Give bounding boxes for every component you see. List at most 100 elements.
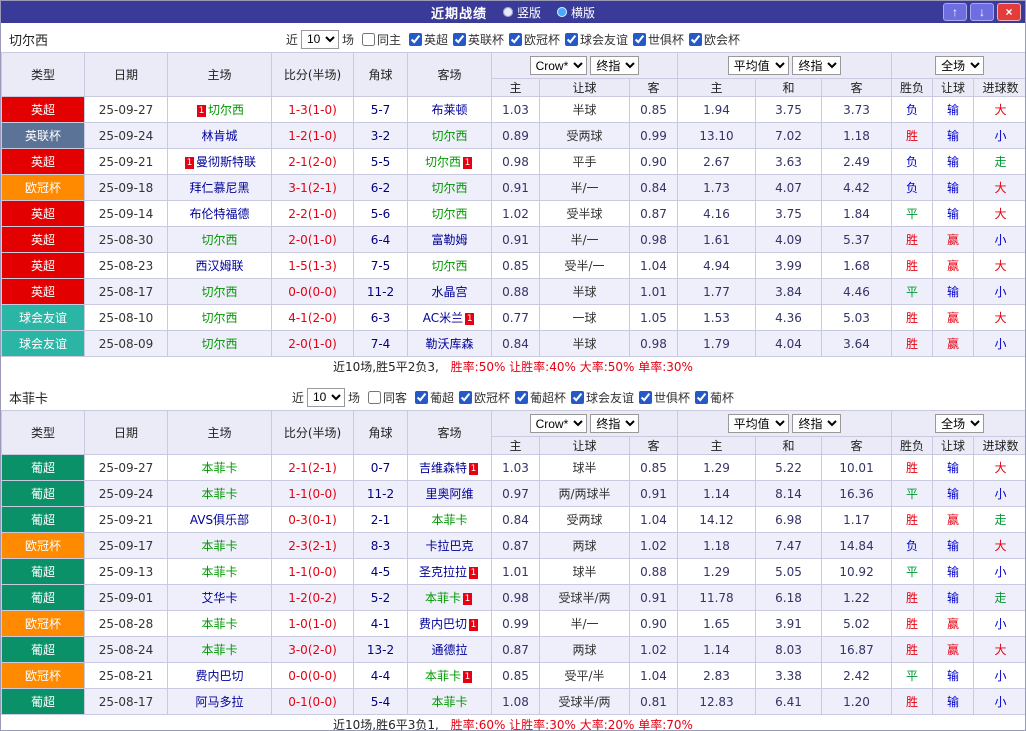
home-team-name[interactable]: 拜仁慕尼黑: [189, 181, 249, 195]
league-filter-checkbox[interactable]: 世俱杯: [634, 389, 690, 406]
league-filter-checkbox-input[interactable]: [565, 32, 579, 46]
league-filter-checkbox[interactable]: 葡超杯: [510, 389, 566, 406]
league-filter-checkbox[interactable]: 球会友谊: [566, 389, 634, 406]
home-team-name[interactable]: 切尔西: [201, 337, 237, 351]
league-filter-checkbox-input[interactable]: [515, 390, 528, 404]
result-handicap: 输: [932, 480, 975, 507]
league-filter-checkbox-input[interactable]: [695, 390, 709, 404]
home-team-name[interactable]: 曼彻斯特联: [196, 155, 256, 169]
away-team-name[interactable]: 卡拉巴克: [425, 539, 473, 553]
league-filter-checkbox[interactable]: 英超: [404, 31, 448, 48]
avg-away-odds: 5.02: [821, 610, 893, 637]
odds-company-select[interactable]: Crow*: [529, 56, 587, 75]
home-team-name[interactable]: AVS俱乐部: [190, 513, 249, 527]
away-team-name[interactable]: 切尔西: [425, 155, 461, 169]
league-filter-checkbox-input[interactable]: [408, 32, 422, 46]
odds-time-select[interactable]: 终指: [590, 56, 640, 75]
league-filter-checkbox[interactable]: 英联杯: [448, 31, 504, 48]
away-team-name[interactable]: 费内巴切: [419, 617, 467, 631]
filter-bar: 近 10 场 同客 葡超 欧冠杯 葡超杯 球会友谊 世俱杯 葡杯: [292, 387, 734, 407]
league-filter-checkbox[interactable]: 欧冠杯: [454, 389, 510, 406]
away-team-name[interactable]: 布莱顿: [431, 103, 467, 117]
away-team-name[interactable]: 切尔西: [431, 259, 467, 273]
league-filter-checkbox[interactable]: 欧会杯: [684, 31, 740, 48]
close-button[interactable]: ×: [997, 3, 1021, 21]
home-team-name[interactable]: 布伦特福德: [189, 207, 249, 221]
away-team-name[interactable]: 本菲卡: [425, 591, 461, 605]
home-team-name[interactable]: 西汉姆联: [195, 259, 243, 273]
away-team-name[interactable]: 切尔西: [431, 207, 467, 221]
league-filter-checkbox-input[interactable]: [633, 32, 647, 46]
away-team-name[interactable]: 吉维森特: [419, 461, 467, 475]
subcol-handicap-away: 客: [628, 78, 679, 97]
handicap-home-odds: 1.03: [491, 96, 540, 123]
home-team-name[interactable]: 林肯城: [201, 129, 237, 143]
away-team-name[interactable]: 富勒姆: [431, 233, 467, 247]
handicap-away-odds: 0.81: [628, 688, 679, 715]
home-team-name[interactable]: 费内巴切: [195, 669, 243, 683]
euro-company-select[interactable]: 平均值: [727, 56, 789, 75]
scope-select[interactable]: 全场: [935, 56, 985, 75]
recent-count-select[interactable]: 10: [306, 387, 345, 407]
away-team-name[interactable]: 水晶宫: [431, 285, 467, 299]
away-team-name[interactable]: 本菲卡: [431, 513, 467, 527]
handicap-home-odds: 0.84: [491, 330, 540, 357]
league-filter-checkbox[interactable]: 世俱杯: [628, 31, 684, 48]
away-team-name[interactable]: 勒沃库森: [425, 337, 473, 351]
away-team-name[interactable]: 圣克拉拉: [419, 565, 467, 579]
same-venue-checkbox[interactable]: 同主: [357, 31, 401, 48]
home-team-name[interactable]: 切尔西: [201, 285, 237, 299]
euro-time-select[interactable]: 终指: [792, 414, 842, 433]
home-team-name[interactable]: 切尔西: [201, 311, 237, 325]
home-team-name[interactable]: 本菲卡: [201, 643, 237, 657]
euro-time-select[interactable]: 终指: [792, 56, 842, 75]
match-score: 0-3(0-1): [271, 506, 354, 533]
layout-horizontal-radio[interactable]: 横版: [557, 4, 595, 21]
away-team-cell: 费内巴切 1: [407, 610, 492, 637]
league-filter-checkbox-input[interactable]: [689, 32, 703, 46]
avg-home-odds: 4.94: [677, 252, 757, 279]
league-filter-checkbox[interactable]: 欧冠杯: [504, 31, 560, 48]
away-team-name[interactable]: 本菲卡: [425, 669, 461, 683]
league-filter-checkbox-input[interactable]: [458, 390, 472, 404]
home-team-name[interactable]: 阿马多拉: [195, 695, 243, 709]
away-team-name[interactable]: 切尔西: [431, 181, 467, 195]
match-date: 25-09-21: [84, 506, 168, 533]
league-filter-checkbox-input[interactable]: [571, 390, 585, 404]
league-filter-checkbox[interactable]: 葡杯: [690, 389, 734, 406]
home-team-name[interactable]: 本菲卡: [201, 487, 237, 501]
layout-vertical-radio[interactable]: 竖版: [502, 4, 541, 21]
home-team-name[interactable]: 本菲卡: [201, 461, 237, 475]
match-row: 英超 25-09-14 布伦特福德 2-2(1-0) 5-6 切尔西 1.02 受半球 0.87…: [1, 200, 1025, 227]
same-venue-checkbox-input[interactable]: [361, 32, 375, 46]
league-filter-checkbox[interactable]: 球会友谊: [560, 31, 628, 48]
odds-time-select[interactable]: 终指: [590, 414, 640, 433]
away-team-name[interactable]: 本菲卡: [431, 695, 467, 709]
league-filter-checkbox-input[interactable]: [452, 32, 466, 46]
home-team-name[interactable]: 切尔西: [201, 233, 237, 247]
scope-select[interactable]: 全场: [935, 414, 985, 433]
league-filter-checkbox-input[interactable]: [639, 390, 653, 404]
home-team-name[interactable]: 本菲卡: [201, 565, 237, 579]
league-filter-checkbox-input[interactable]: [414, 390, 428, 404]
away-team-name[interactable]: AC米兰: [423, 311, 463, 325]
avg-draw-odds: 8.03: [755, 636, 823, 663]
euro-company-select[interactable]: 平均值: [727, 414, 789, 433]
odds-company-select[interactable]: Crow*: [529, 414, 587, 433]
move-down-button[interactable]: ↓: [970, 3, 994, 21]
home-team-name[interactable]: 本菲卡: [201, 539, 237, 553]
league-filter-checkbox-input[interactable]: [509, 32, 522, 46]
recent-count-select[interactable]: 10: [300, 29, 339, 49]
away-team-name[interactable]: 里奥阿维: [425, 487, 473, 501]
away-team-name[interactable]: 通德拉: [431, 643, 467, 657]
same-venue-checkbox[interactable]: 同客: [363, 389, 407, 406]
same-venue-checkbox-input[interactable]: [367, 390, 381, 404]
home-team-name[interactable]: 切尔西: [208, 103, 244, 117]
handicap-away-odds: 1.05: [628, 304, 679, 331]
away-team-name[interactable]: 切尔西: [431, 129, 467, 143]
move-up-button[interactable]: ↑: [943, 3, 967, 21]
league-filter-checkbox[interactable]: 葡超: [410, 389, 454, 406]
home-team-name[interactable]: 本菲卡: [201, 617, 237, 631]
home-team-name[interactable]: 艾华卡: [201, 591, 237, 605]
avg-away-odds: 10.01: [821, 454, 893, 481]
